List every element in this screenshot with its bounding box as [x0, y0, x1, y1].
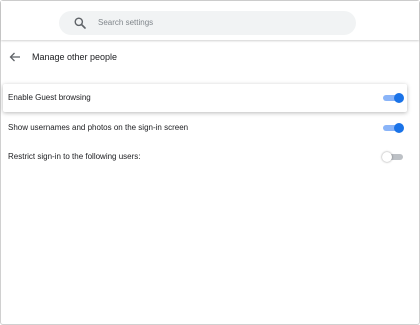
- search-placeholder: Search settings: [98, 18, 154, 27]
- setting-label: Restrict sign-in to the following users:: [8, 152, 141, 161]
- setting-row-restrict-sign-in[interactable]: Restrict sign-in to the following users:: [3, 143, 407, 171]
- setting-row-show-usernames[interactable]: Show usernames and photos on the sign-in…: [3, 114, 407, 142]
- toggle-knob: [394, 123, 404, 133]
- toggle-knob: [394, 93, 404, 103]
- search-input[interactable]: Search settings: [59, 11, 356, 35]
- restrict-sign-in-toggle[interactable]: [382, 152, 404, 162]
- top-bar: Search settings: [1, 1, 419, 40]
- guest-browsing-toggle[interactable]: [382, 93, 404, 103]
- search-icon: [73, 16, 87, 30]
- page-title: Manage other people: [32, 52, 118, 62]
- setting-row-guest-browsing[interactable]: Enable Guest browsing: [3, 84, 407, 112]
- setting-label: Show usernames and photos on the sign-in…: [8, 123, 189, 132]
- show-usernames-toggle[interactable]: [382, 123, 404, 133]
- toggle-knob: [382, 152, 392, 162]
- setting-label: Enable Guest browsing: [8, 93, 91, 102]
- arrow-back-icon[interactable]: [8, 50, 22, 64]
- page-header: Manage other people: [1, 46, 419, 68]
